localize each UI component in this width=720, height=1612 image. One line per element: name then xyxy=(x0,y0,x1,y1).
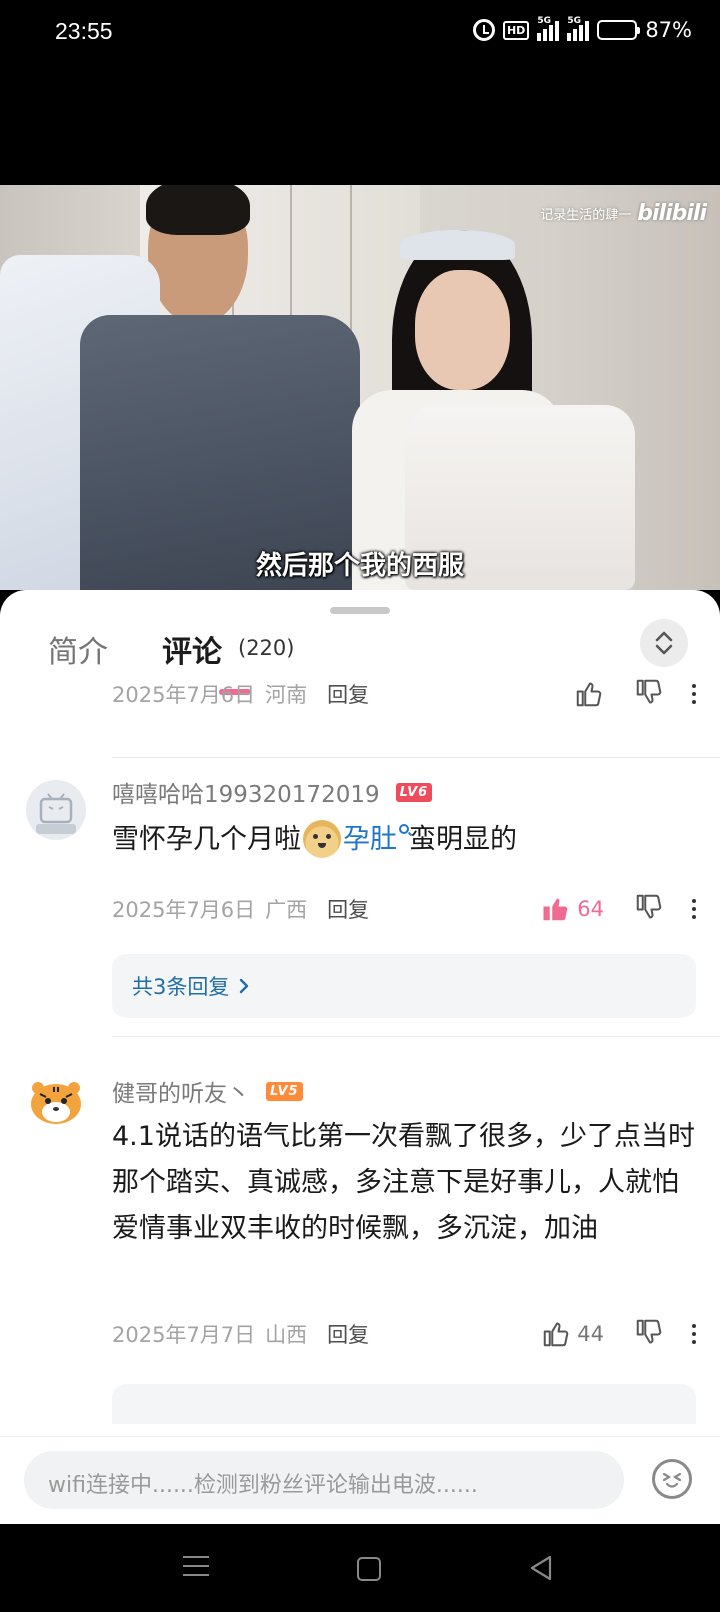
battery-percent: 87% xyxy=(645,18,692,42)
search-icon xyxy=(399,824,409,834)
avatar[interactable] xyxy=(26,780,86,840)
comment-input[interactable]: wifi连接中......检测到粉丝评论输出电波...... xyxy=(24,1451,624,1509)
comment-actions: 44 xyxy=(541,1317,696,1351)
home-icon[interactable] xyxy=(357,1557,381,1581)
comment-meta: 2025年7月6日 河南 回复 xyxy=(112,679,369,709)
comment-date: 2025年7月7日 xyxy=(112,1323,256,1347)
signal-icon: 5G xyxy=(537,16,560,41)
like-count: 44 xyxy=(577,1322,604,1346)
comment-actions: 64 xyxy=(541,892,696,926)
comment-text: 雪怀孕几个月啦 孕肚 蛮明显的 xyxy=(112,817,702,863)
like-button[interactable]: 64 xyxy=(541,894,604,924)
reply-button[interactable]: 回复 xyxy=(327,894,369,924)
dislike-button[interactable] xyxy=(634,1317,664,1351)
comment-username[interactable]: 健哥的听友丶 LV5 xyxy=(112,1074,303,1108)
chevron-right-icon xyxy=(240,978,249,994)
comment-meta: 2025年7月7日 山西 回复 xyxy=(112,1319,369,1349)
dislike-button[interactable] xyxy=(634,892,664,926)
like-count: 64 xyxy=(577,897,604,921)
comment-sheet: 简介 评论 (220) 2025年7月6日 河南 回复 嘻嘻哈哈19932017… xyxy=(0,590,720,1436)
tiger-avatar-icon xyxy=(26,1074,86,1134)
comment-region: 河南 xyxy=(265,683,308,707)
doge-emoji-icon xyxy=(303,820,341,858)
comment-text: 4.1说话的语气比第一次看飘了很多，少了点当时那个踏实、真诚感，多注意下是好事儿… xyxy=(112,1121,695,1244)
divider xyxy=(112,757,720,758)
drag-handle[interactable] xyxy=(330,607,390,614)
thumbs-down-icon xyxy=(636,1319,662,1344)
thumbs-down-icon xyxy=(636,679,662,704)
comment-meta: 2025年7月6日 广西 回复 xyxy=(112,894,369,924)
comment-username[interactable]: 嘻嘻哈哈199320172019 LV6 xyxy=(112,775,433,809)
emoji-face-icon xyxy=(662,1472,682,1488)
signal-icon-2: 5G xyxy=(567,16,590,41)
more-options-icon[interactable] xyxy=(692,899,696,919)
default-avatar-icon xyxy=(36,793,76,834)
status-icons: HD 5G 5G 87% xyxy=(472,16,692,42)
tab-comments[interactable]: 评论 xyxy=(162,627,222,671)
reply-button[interactable]: 回复 xyxy=(327,1319,369,1349)
tab-bar: 简介 评论 (220) xyxy=(0,615,720,695)
comment-input-bar: wifi连接中......检测到粉丝评论输出电波...... xyxy=(0,1436,720,1524)
comment-date: 2025年7月6日 xyxy=(112,683,256,707)
comment-input-placeholder[interactable]: wifi连接中......检测到粉丝评论输出电波...... xyxy=(48,1467,478,1499)
comment-count: (220) xyxy=(238,636,295,660)
alarm-icon xyxy=(472,19,495,41)
replies-box[interactable]: 共3条回复 xyxy=(112,954,696,1018)
like-button[interactable] xyxy=(574,679,604,709)
level-badge: LV5 xyxy=(266,1081,303,1101)
view-replies-link[interactable]: 共3条回复 xyxy=(132,971,251,1001)
thumbs-down-icon xyxy=(636,894,662,919)
back-icon[interactable] xyxy=(528,1554,554,1582)
thumbs-up-icon xyxy=(576,682,602,707)
comment-actions xyxy=(574,677,696,711)
more-options-icon[interactable] xyxy=(692,684,696,704)
level-badge: LV6 xyxy=(395,782,433,802)
like-button[interactable]: 44 xyxy=(541,1319,604,1349)
replies-box[interactable] xyxy=(112,1384,696,1424)
chevron-up-down-icon xyxy=(655,631,673,655)
divider xyxy=(112,1036,720,1037)
comment-date: 2025年7月6日 xyxy=(112,898,256,922)
reply-button[interactable]: 回复 xyxy=(327,679,369,709)
video-subtitle: 然后那个我的西服 xyxy=(255,551,464,581)
tab-intro[interactable]: 简介 xyxy=(48,627,108,671)
avatar[interactable] xyxy=(26,1074,86,1134)
thumbs-up-icon xyxy=(544,1322,569,1347)
recent-apps-icon[interactable] xyxy=(183,1556,209,1583)
status-time: 23:55 xyxy=(55,18,113,44)
bilibili-logo: bilibili xyxy=(637,201,707,226)
emoji-button[interactable] xyxy=(652,1459,692,1499)
hd-voice-icon: HD xyxy=(502,20,530,40)
comment-region: 山西 xyxy=(265,1323,308,1347)
dislike-button[interactable] xyxy=(634,677,664,711)
system-nav-bar xyxy=(0,1524,720,1612)
video-watermark: 记录生活的肆一 bilibili xyxy=(540,201,707,226)
battery-icon xyxy=(597,20,641,40)
collapse-button[interactable] xyxy=(640,619,688,667)
status-bar: 23:55 HD 5G 5G 87% xyxy=(0,0,720,66)
thumbs-up-filled-icon xyxy=(543,898,568,921)
video-player[interactable]: 记录生活的肆一 bilibili 然后那个我的西服 xyxy=(0,185,720,590)
more-options-icon[interactable] xyxy=(692,1324,696,1344)
search-keyword-link[interactable]: 孕肚 xyxy=(343,824,397,855)
comment-region: 广西 xyxy=(265,898,308,922)
